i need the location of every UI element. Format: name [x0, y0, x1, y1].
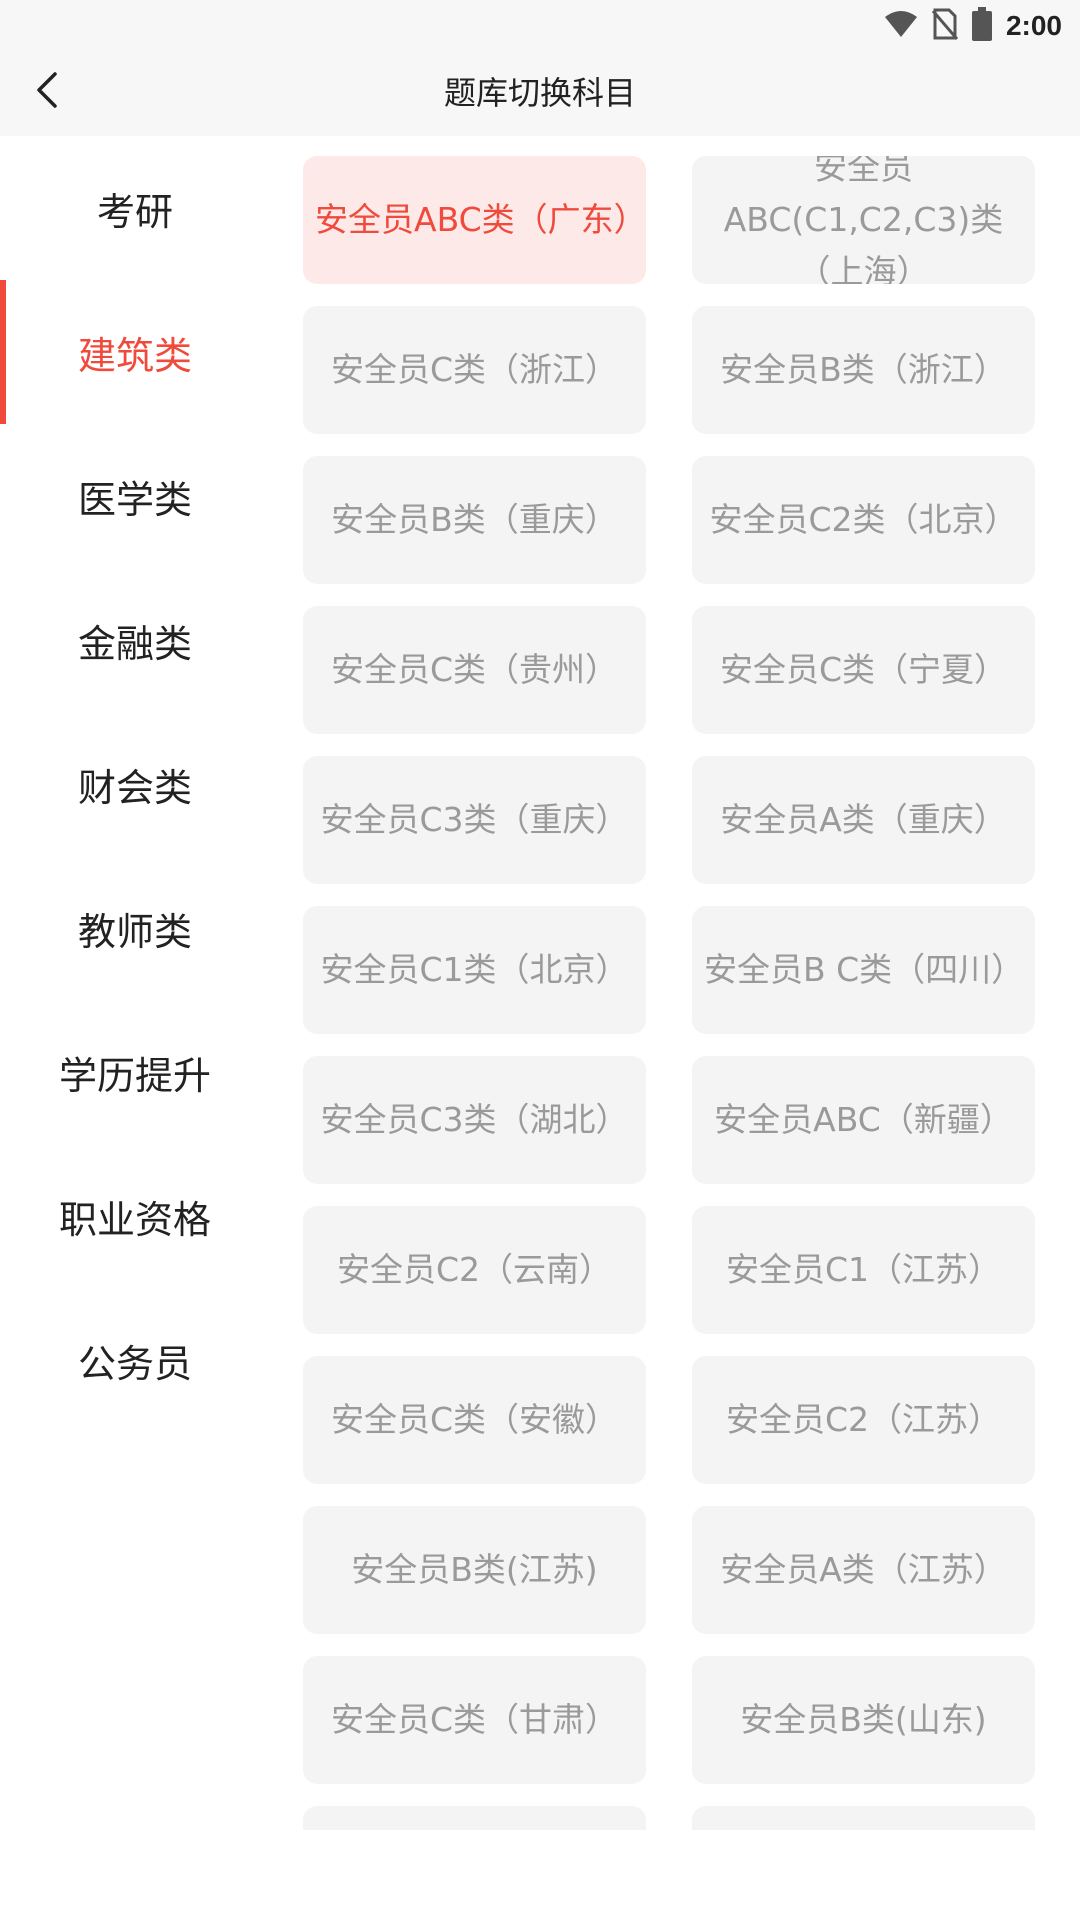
subject-grid: 安全员ABC类（广东） 安全员ABC(C1,C2,C3)类（上海） 安全员C类（浙江…	[303, 156, 1035, 1830]
header: 题库切换科目	[0, 50, 1080, 136]
subject-card[interactable]: 安全员ABC类（广东）	[303, 156, 646, 284]
category-sidebar: 考研建筑类医学类金融类财会类教师类学历提升职业资格公务员	[0, 136, 270, 1836]
subject-card[interactable]: 安全员B C类（四川）	[692, 906, 1035, 1034]
subject-card-label: 安全员C2（江苏）	[725, 1400, 1002, 1439]
subject-card[interactable]	[303, 1806, 646, 1830]
subject-card[interactable]: 安全员ABC(C1,C2,C3)类（上海）	[692, 156, 1035, 284]
status-icons: 2:00	[884, 6, 1062, 46]
screen: 2:00 题库切换科目 安全员ABC类（广东） 安全员ABC(C1,C2,C3)类…	[0, 0, 1080, 1920]
subject-card-label: 安全员A类（重庆）	[720, 800, 1007, 839]
sidebar-item-label: 教师类	[77, 909, 192, 954]
sidebar-item[interactable]: 公务员	[0, 1288, 270, 1432]
subject-card[interactable]: 安全员ABC（新疆）	[692, 1056, 1035, 1184]
battery-icon	[971, 7, 992, 45]
subject-card[interactable]: 安全员B类(江苏)	[303, 1506, 646, 1634]
subject-card[interactable]: 安全员B类（重庆）	[303, 456, 646, 584]
subject-card-label: 安全员C类（贵州）	[330, 650, 619, 689]
subject-card-label: 安全员B类（浙江）	[720, 350, 1007, 389]
page-title: 题库切换科目	[443, 74, 636, 112]
subject-card[interactable]: 安全员C类（贵州）	[303, 606, 646, 734]
subject-card-label: 安全员C3类（重庆）	[320, 800, 629, 839]
subject-card-label: 安全员C类（浙江）	[330, 350, 619, 389]
subject-card[interactable]: 安全员B类（浙江）	[692, 306, 1035, 434]
sidebar-item[interactable]: 金融类	[0, 568, 270, 712]
sidebar-item-label: 公务员	[77, 1341, 192, 1386]
sidebar-item-label: 医学类	[77, 477, 192, 522]
sidebar-item-label: 金融类	[77, 621, 192, 666]
status-time: 2:00	[1005, 10, 1062, 41]
subject-card-label: 安全员B类(山东)	[740, 1700, 987, 1739]
status-bar: 2:00	[0, 0, 1080, 50]
sidebar-item[interactable]: 学历提升	[0, 1000, 270, 1144]
sidebar-item-label: 考研	[96, 189, 173, 234]
subject-card-label: 安全员ABC类（广东）	[315, 200, 646, 239]
sidebar-item[interactable]: 职业资格	[0, 1144, 270, 1288]
subject-card-label: 安全员B类(江苏)	[351, 1550, 598, 1589]
subject-card-label: 安全员ABC（新疆）	[714, 1100, 1013, 1139]
subject-card[interactable]: 安全员C3类（湖北）	[303, 1056, 646, 1184]
subject-card-label: 安全员C类（甘肃）	[330, 1700, 619, 1739]
sidebar-item[interactable]: 考研	[0, 136, 270, 280]
subject-card-label: 安全员C2类（北京）	[709, 500, 1018, 539]
subject-card[interactable]: 安全员C类（宁夏）	[692, 606, 1035, 734]
subject-card-label: 安全员C1（江苏）	[725, 1250, 1002, 1289]
bottom-area	[0, 1830, 1080, 1920]
no-sim-icon	[931, 8, 959, 44]
subject-card-label: 安全员C3类（湖北）	[320, 1100, 629, 1139]
wifi-icon	[884, 10, 918, 42]
subject-card-label: 安全员B类（重庆）	[331, 500, 618, 539]
sidebar-item-label: 职业资格	[58, 1197, 211, 1242]
sidebar-item-label: 建筑类	[77, 333, 192, 378]
sidebar-item-label: 学历提升	[58, 1053, 211, 1098]
subject-card-label: 安全员C2（云南）	[336, 1250, 613, 1289]
subject-card[interactable]: 安全员C2类（北京）	[692, 456, 1035, 584]
subject-card[interactable]: 安全员C2（江苏）	[692, 1356, 1035, 1484]
sidebar-item[interactable]: 教师类	[0, 856, 270, 1000]
subject-card[interactable]: 安全员C1（江苏）	[692, 1206, 1035, 1334]
subject-card-label: 安全员C1类（北京）	[320, 950, 629, 989]
subject-card[interactable]: 安全员C2（云南）	[303, 1206, 646, 1334]
subject-card-label: 安全员B C类（四川）	[704, 950, 1025, 989]
subject-card-label: 安全员ABC(C1,C2,C3)类（上海）	[723, 156, 1004, 284]
subject-card-label: 安全员C类（宁夏）	[719, 650, 1008, 689]
subject-card[interactable]: 安全员C3类（重庆）	[303, 756, 646, 884]
sidebar-item[interactable]: 医学类	[0, 424, 270, 568]
subject-card-label: 安全员C类（安徽）	[330, 1400, 619, 1439]
subject-card[interactable]: 安全员B类(山东)	[692, 1656, 1035, 1784]
subject-card[interactable]: 安全员C1类（北京）	[303, 906, 646, 1034]
subject-card[interactable]	[692, 1806, 1035, 1830]
sidebar-item-label: 财会类	[77, 765, 192, 810]
subject-card[interactable]: 安全员A类（江苏）	[692, 1506, 1035, 1634]
subject-card[interactable]: 安全员C类（浙江）	[303, 306, 646, 434]
subject-card[interactable]: 安全员C类（安徽）	[303, 1356, 646, 1484]
sidebar-item[interactable]: 建筑类	[0, 280, 270, 424]
subject-card[interactable]: 安全员C类（甘肃）	[303, 1656, 646, 1784]
sidebar-item[interactable]: 财会类	[0, 712, 270, 856]
subject-card-label: 安全员A类（江苏）	[720, 1550, 1007, 1589]
subject-card[interactable]: 安全员A类（重庆）	[692, 756, 1035, 884]
